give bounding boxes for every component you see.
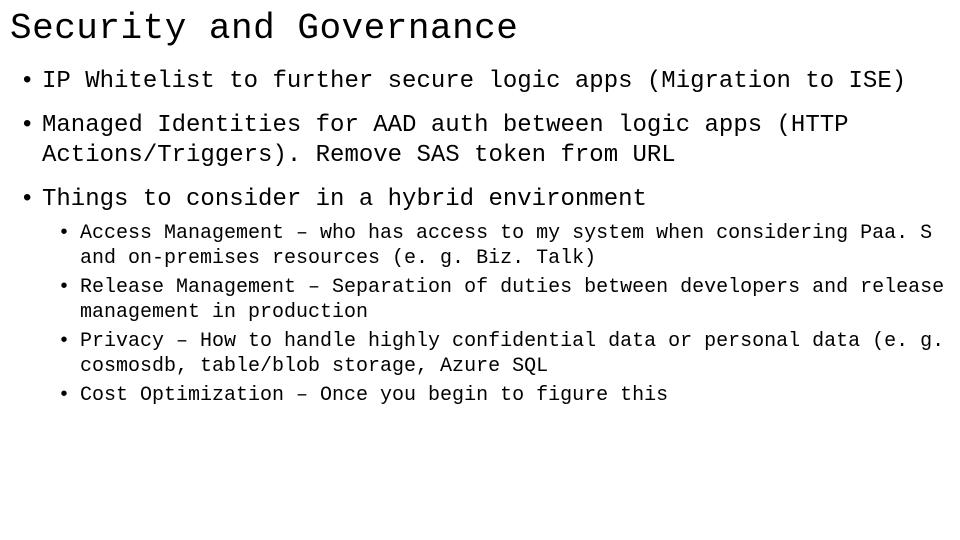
sub-bullet-list: Access Management – who has access to my… [42,221,950,408]
bullet-text: Things to consider in a hybrid environme… [42,186,647,213]
slide: Security and Governance IP Whitelist to … [0,0,960,408]
sub-bullet-item: Release Management – Separation of dutie… [76,275,950,325]
sub-bullet-item: Cost Optimization – Once you begin to fi… [76,383,950,408]
bullet-list: IP Whitelist to further secure logic app… [10,67,950,408]
bullet-item: IP Whitelist to further secure logic app… [38,67,950,97]
bullet-item: Managed Identities for AAD auth between … [38,111,950,171]
sub-bullet-item: Access Management – who has access to my… [76,221,950,271]
sub-bullet-item: Privacy – How to handle highly confident… [76,329,950,379]
bullet-item: Things to consider in a hybrid environme… [38,185,950,408]
slide-title: Security and Governance [10,8,950,49]
